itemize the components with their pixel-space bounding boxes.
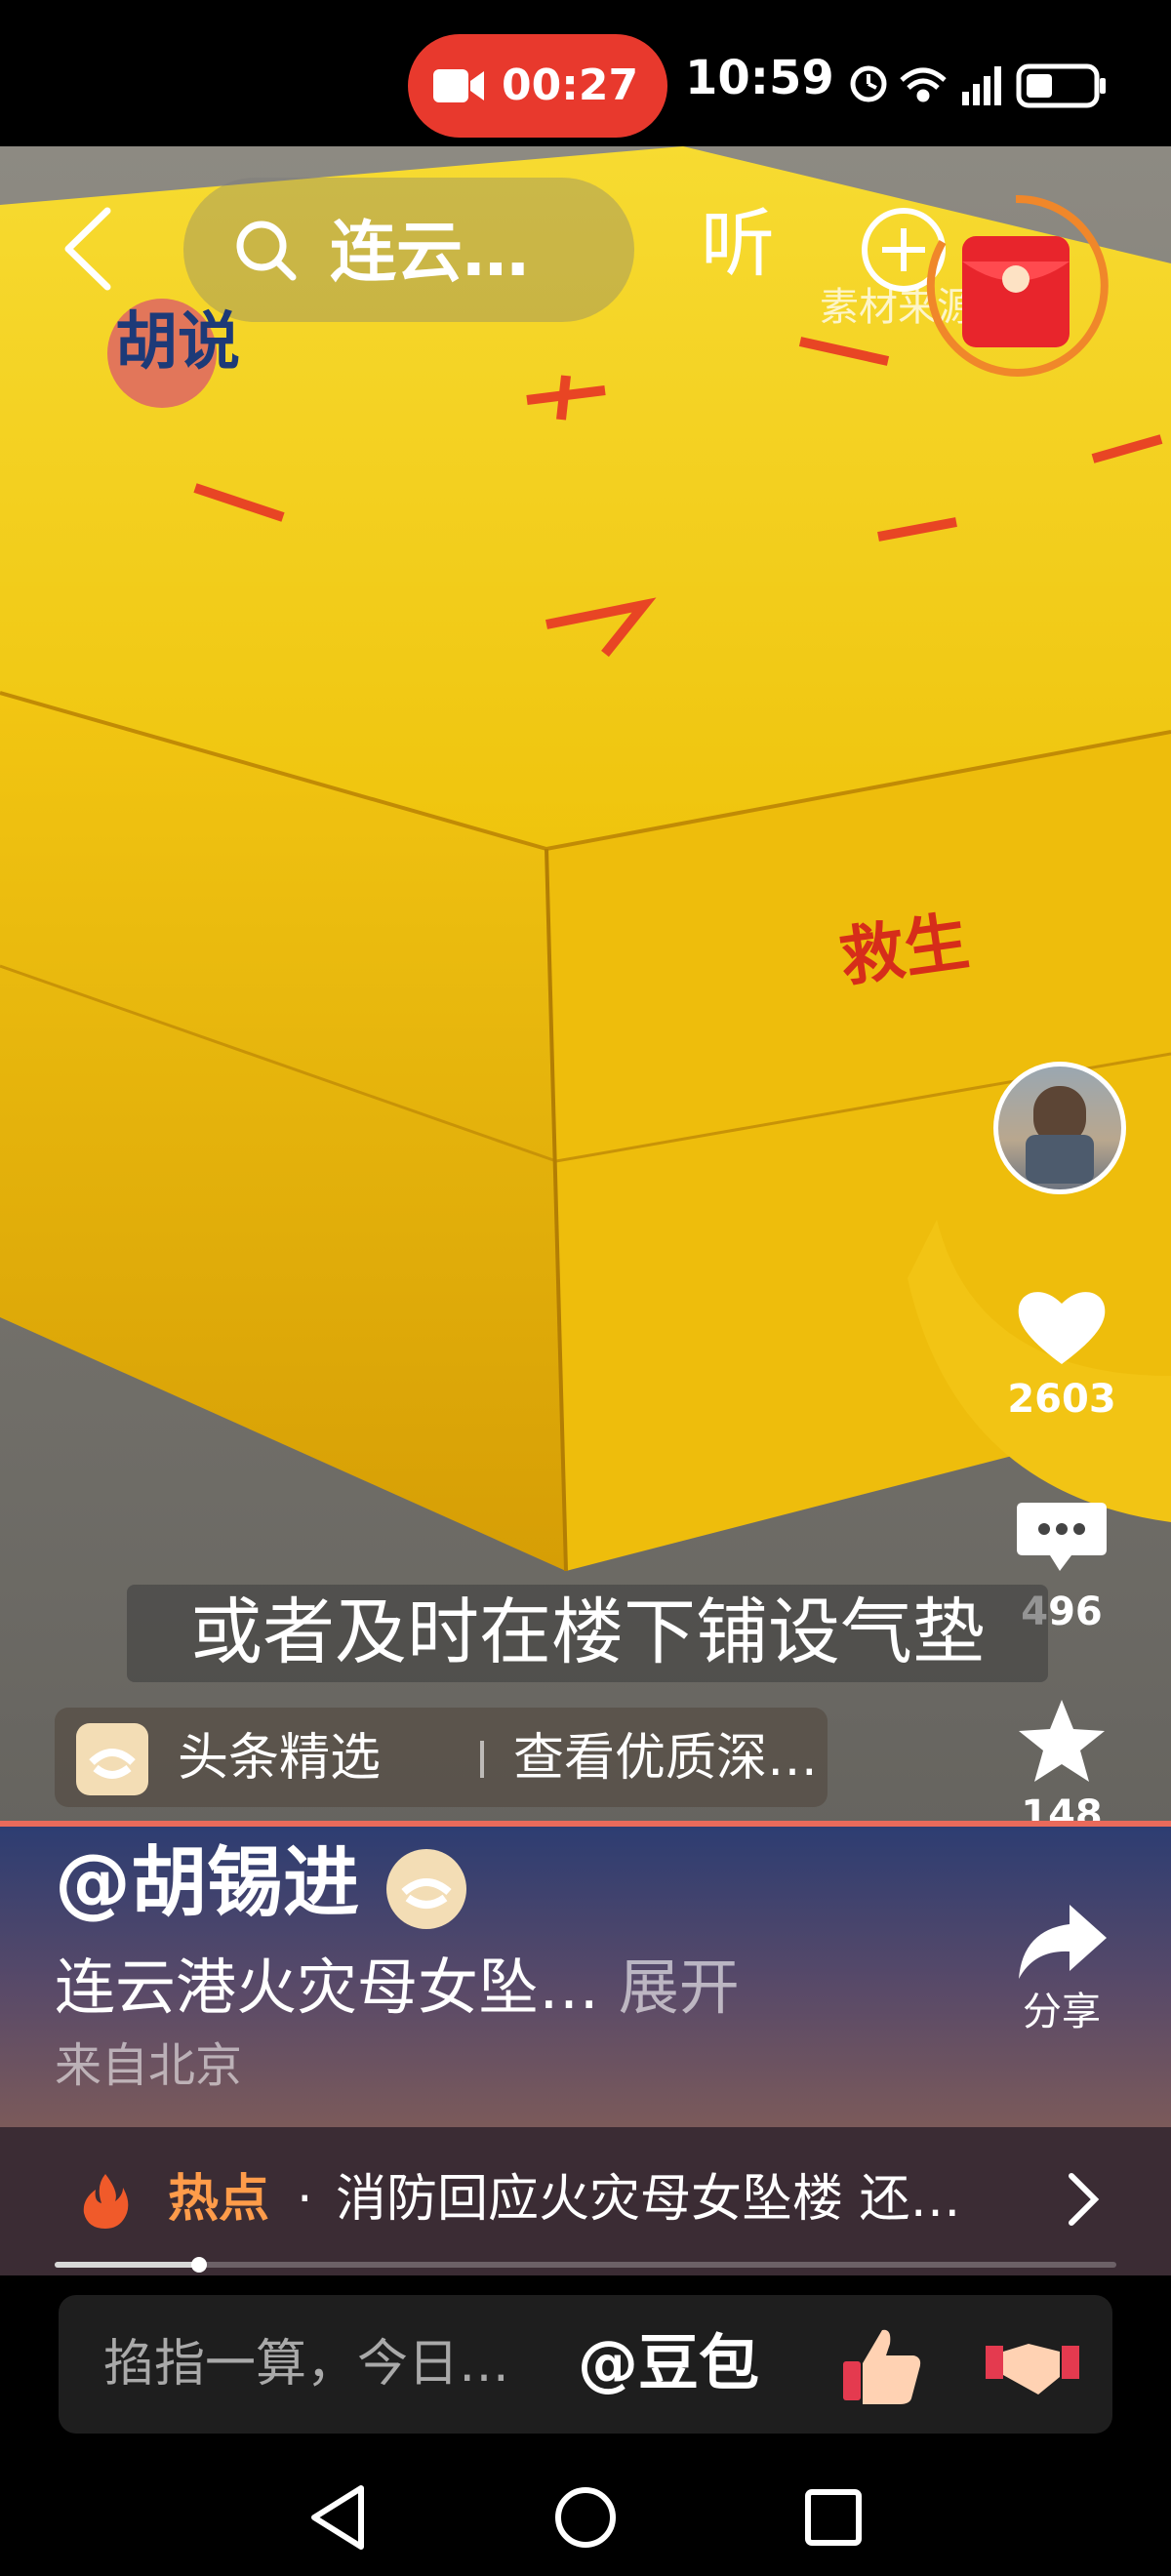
status-icons xyxy=(850,63,1106,108)
comment-placeholder: 掐指一算，今日… xyxy=(103,2335,510,2394)
toutiao-featured-tag[interactable]: 头条精选 查看优质深… xyxy=(55,1708,828,1807)
author-name[interactable]: @胡锡进 xyxy=(55,1834,359,1932)
wifi-icon xyxy=(900,67,947,102)
hot-topic-bar[interactable]: 热点 · 消防回应火灾母女坠楼 还… xyxy=(0,2127,1171,2275)
status-clock: 10:59 xyxy=(685,51,834,105)
share-button[interactable]: 分享 xyxy=(993,1901,1130,2037)
like-count: 2603 xyxy=(1007,1377,1116,1422)
video-camera-icon xyxy=(433,69,484,102)
share-icon xyxy=(1019,1905,1107,1979)
verified-badge-icon xyxy=(386,1849,466,1929)
comment-icon xyxy=(1017,1503,1107,1571)
like-button[interactable]: 2603 xyxy=(993,1286,1130,1425)
screen-recording-indicator[interactable]: 00:27 xyxy=(408,34,667,138)
chevron-right-icon xyxy=(1069,2173,1100,2226)
favorite-button[interactable]: 148 xyxy=(993,1696,1130,1840)
5g-signal-icon xyxy=(962,66,1001,105)
playback-progress-bar[interactable] xyxy=(55,2257,1116,2273)
heart-icon xyxy=(1018,1292,1106,1364)
mat-label: 救生 xyxy=(835,904,974,996)
nav-home-icon[interactable] xyxy=(546,2478,625,2556)
video-caption: 或者及时在楼下铺设气垫 xyxy=(190,1590,985,1674)
search-query: 连云… xyxy=(330,215,530,292)
hot-topic-text: 消防回应火灾母女坠楼 还… xyxy=(336,2170,961,2229)
alarm-icon xyxy=(850,65,887,102)
video-description[interactable]: 连云港火灾母女坠… 展开 xyxy=(55,1944,740,2032)
thumbs-up-emoji-icon[interactable] xyxy=(839,2322,925,2408)
location-label: 来自北京 xyxy=(55,2038,243,2093)
share-label: 分享 xyxy=(1023,1990,1101,2034)
fire-icon xyxy=(83,2174,129,2229)
doubao-mention-button[interactable]: @豆包 xyxy=(578,2324,759,2402)
battery-icon xyxy=(1016,63,1106,108)
expand-link[interactable]: 展开 xyxy=(619,1952,740,2023)
comment-input[interactable]: 掐指一算，今日… @豆包 xyxy=(59,2295,1112,2434)
hot-label: 热点 xyxy=(168,2170,270,2229)
toutiao-tag-label: 头条精选 xyxy=(178,1729,382,1788)
star-icon xyxy=(1019,1700,1105,1782)
creator-avatar[interactable] xyxy=(993,1062,1126,1194)
description-text: 连云港火灾母女坠… xyxy=(55,1952,600,2023)
listen-button[interactable]: 听 xyxy=(701,200,775,288)
recording-time: 00:27 xyxy=(502,60,639,110)
handshake-emoji-icon[interactable] xyxy=(984,2322,1081,2408)
tag-separator xyxy=(480,1741,484,1778)
nav-recents-icon[interactable] xyxy=(794,2478,872,2556)
hot-separator: · xyxy=(297,2170,313,2229)
toutiao-tag-description: 查看优质深… xyxy=(513,1729,819,1788)
red-packet-icon[interactable] xyxy=(923,193,1109,379)
channel-logo: 胡说 xyxy=(107,299,240,408)
progress-handle[interactable] xyxy=(190,2257,207,2273)
toutiao-badge-icon xyxy=(76,1723,148,1795)
progress-fill xyxy=(55,2262,199,2268)
svg-text:胡说: 胡说 xyxy=(115,306,240,379)
nav-back-icon[interactable] xyxy=(301,2478,379,2556)
